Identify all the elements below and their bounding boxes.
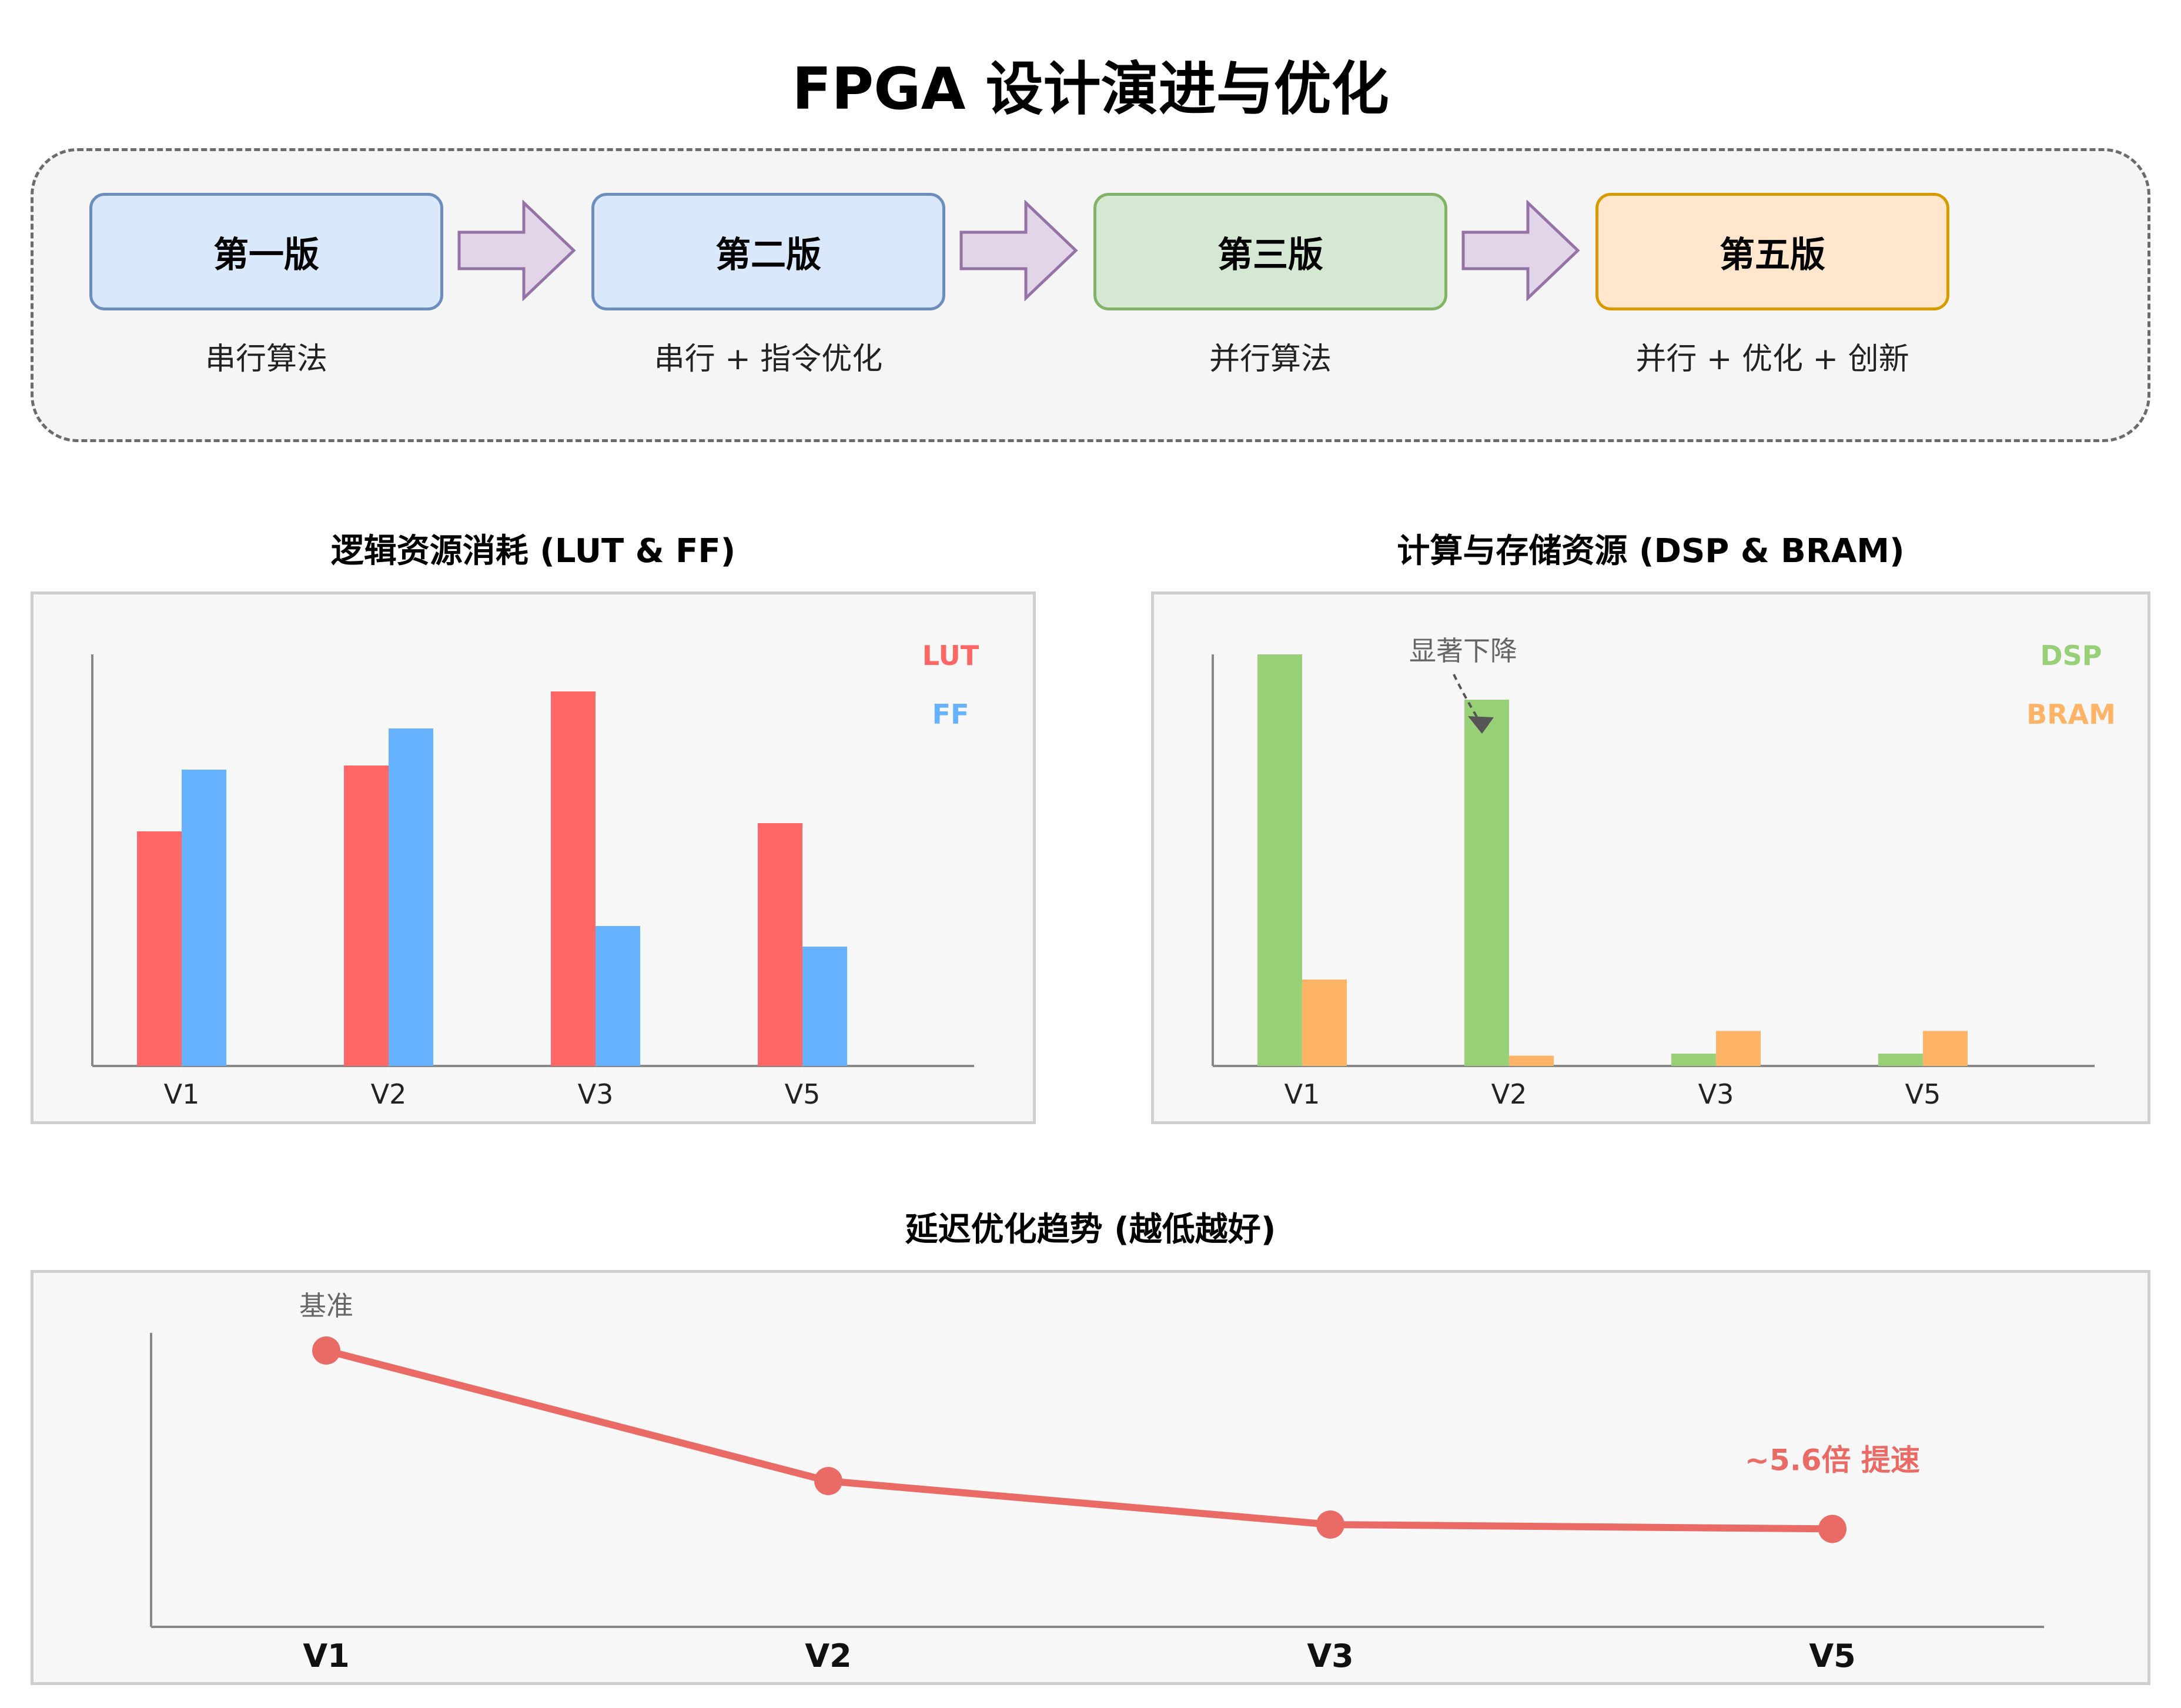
- legend-dsp: DSP: [2040, 640, 2102, 671]
- page-title: FPGA 设计演进与优化: [792, 56, 1389, 123]
- logic-resource-chart: V1 V2 V3 V5 LUT FF: [91, 640, 979, 1110]
- stage-v5-box: 第五版: [1595, 193, 1949, 310]
- x-tick-label: V5: [785, 1078, 821, 1110]
- bar-ff-v1: [182, 770, 226, 1066]
- latency-chart-panel: V1 V2 V3 V5 基准 ~5.6倍 提速: [31, 1270, 2150, 1685]
- x-tick-label: V3: [578, 1078, 614, 1110]
- stage-v3-desc: 并行算法: [1209, 342, 1332, 377]
- bar-ff-v5: [802, 947, 847, 1066]
- annotation-speedup: ~5.6倍 提速: [1745, 1443, 1920, 1477]
- compute-chart-title: 计算与存储资源 (DSP & BRAM): [1397, 532, 1905, 570]
- compute-chart-panel: V1 V2 V3 V5 DSP BRAM 显著下降: [1151, 591, 2150, 1124]
- bar-bram-v3: [1716, 1031, 1761, 1066]
- latency-chart-title: 延迟优化趋势 (越低越好): [905, 1211, 1276, 1249]
- latency-point-v1: [312, 1336, 340, 1365]
- bar-lut-v3: [551, 691, 596, 1066]
- latency-point-v5: [1818, 1515, 1847, 1543]
- stage-v5-desc: 并行 + 优化 + 创新: [1635, 342, 1909, 377]
- x-tick-label: V1: [1284, 1078, 1320, 1110]
- legend-lut: LUT: [922, 640, 979, 671]
- compute-storage-chart: V1 V2 V3 V5 DSP BRAM 显著下降: [1212, 635, 2116, 1110]
- x-tick-label: V5: [1905, 1078, 1941, 1110]
- bar-ff-v2: [389, 728, 433, 1066]
- flow-arrow-icon: [457, 200, 576, 301]
- latency-point-v2: [814, 1467, 842, 1495]
- bar-bram-v5: [1923, 1031, 1968, 1066]
- bar-lut-v1: [137, 831, 182, 1066]
- bar-dsp-v1: [1257, 654, 1302, 1066]
- bar-bram-v1: [1302, 980, 1347, 1066]
- stage-v1-desc: 串行算法: [205, 342, 327, 377]
- stage-v3-box: 第三版: [1093, 193, 1447, 310]
- bar-bram-v2: [1509, 1055, 1554, 1066]
- latency-point-v3: [1316, 1510, 1344, 1539]
- latency-trend-chart: V1 V2 V3 V5 基准 ~5.6倍 提速: [150, 1290, 2044, 1674]
- x-tick-label: V1: [164, 1078, 200, 1110]
- bar-lut-v2: [344, 766, 389, 1066]
- bar-dsp-v3: [1671, 1054, 1716, 1066]
- x-tick-label: V1: [303, 1637, 349, 1674]
- legend-ff: FF: [932, 698, 969, 730]
- x-tick-label: V3: [1698, 1078, 1734, 1110]
- stage-v1-box: 第一版: [89, 193, 443, 310]
- bar-dsp-v2: [1464, 700, 1509, 1066]
- bar-dsp-v5: [1878, 1054, 1923, 1066]
- stage-v2-box: 第二版: [591, 193, 945, 310]
- x-tick-label: V2: [805, 1637, 851, 1674]
- logic-chart-panel: V1 V2 V3 V5 LUT FF: [31, 591, 1036, 1124]
- x-tick-label: V5: [1809, 1637, 1855, 1674]
- flow-arrow-icon: [1461, 200, 1580, 301]
- annotation-drop-label: 显著下降: [1409, 635, 1517, 667]
- bar-ff-v3: [596, 926, 640, 1066]
- annotation-baseline: 基准: [299, 1290, 353, 1322]
- x-tick-label: V2: [371, 1078, 407, 1110]
- stage-v2-desc: 串行 + 指令优化: [654, 342, 883, 377]
- flow-arrow-icon: [959, 200, 1078, 301]
- latency-line: [325, 1347, 1833, 1533]
- x-tick-label: V3: [1307, 1637, 1353, 1674]
- x-tick-label: V2: [1491, 1078, 1527, 1110]
- legend-bram: BRAM: [2026, 698, 2116, 730]
- bar-lut-v5: [758, 823, 802, 1066]
- logic-chart-title: 逻辑资源消耗 (LUT & FF): [330, 532, 736, 570]
